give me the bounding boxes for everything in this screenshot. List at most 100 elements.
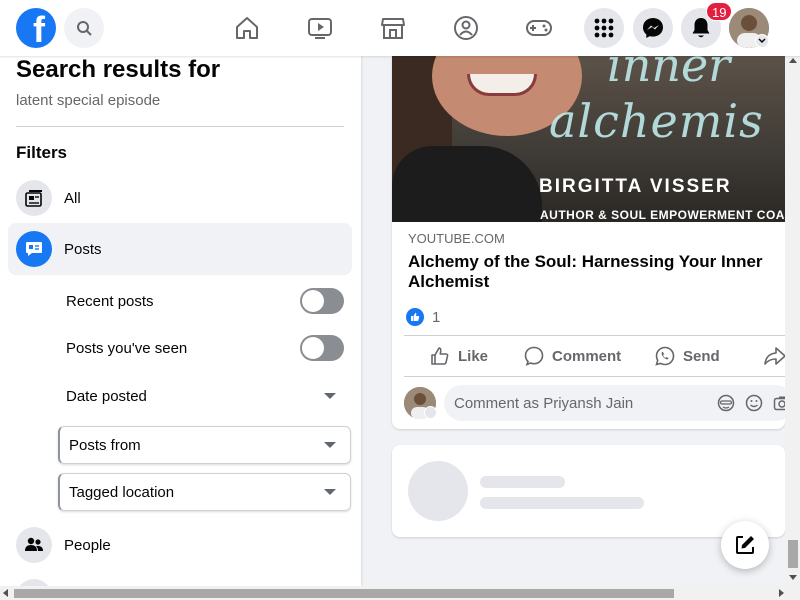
notification-badge: 19 (706, 2, 733, 21)
tagged-location-select[interactable]: Tagged location (58, 473, 351, 511)
send-button[interactable]: Send (655, 344, 720, 368)
posts-from-label: Posts from (69, 436, 141, 454)
feed-icon (25, 190, 42, 207)
send-label: Send (683, 347, 720, 365)
gaming-icon (526, 20, 552, 36)
avatar-sticker-icon[interactable] (717, 394, 735, 412)
nav-home[interactable] (232, 13, 262, 43)
facebook-logo[interactable]: f (16, 8, 56, 48)
nav-groups[interactable] (451, 13, 481, 43)
caret-down-icon (324, 393, 336, 399)
comment-button[interactable]: Comment (524, 344, 621, 368)
scroll-right-arrow[interactable] (779, 589, 784, 597)
new-message-button[interactable] (721, 521, 769, 569)
groups-icon (454, 16, 478, 40)
divider (404, 376, 785, 377)
tagged-location-label: Tagged location (69, 483, 175, 501)
caret-down-icon (324, 442, 336, 448)
next-filter-icon-partial (16, 579, 52, 586)
like-label: Like (458, 347, 489, 365)
scroll-down-arrow[interactable] (789, 575, 797, 580)
filter-people[interactable]: People (8, 519, 352, 571)
comment-placeholder: Comment as Priyansh Jain (454, 394, 634, 412)
like-button[interactable]: Like (430, 344, 488, 368)
thumbs-up-icon (431, 347, 449, 365)
nav-gaming[interactable] (524, 13, 554, 43)
camera-icon[interactable] (773, 394, 785, 412)
reaction-summary[interactable]: 1 (406, 308, 440, 326)
thumbnail-subtitle: AUTHOR & SOUL EMPOWERMENT COACH (540, 208, 785, 222)
date-posted-dropdown[interactable]: Date posted (66, 376, 346, 416)
vertical-scroll-thumb[interactable] (788, 540, 798, 568)
comment-tools (717, 394, 785, 412)
post-card: inner alchemis BIRGITTA VISSER AUTHOR & … (392, 56, 785, 429)
link-title[interactable]: Alchemy of the Soul: Harnessing Your Inn… (408, 252, 778, 292)
logo-letter: f (33, 9, 45, 48)
people-icon (25, 537, 43, 551)
loading-card (392, 445, 785, 537)
like-count: 1 (432, 308, 441, 326)
loading-avatar-placeholder (408, 461, 468, 521)
share-button[interactable] (764, 344, 785, 368)
filter-all-label: All (64, 189, 81, 207)
thumbnail-word-inner: inner (607, 56, 731, 92)
posts-seen-option: Posts you've seen (66, 328, 346, 368)
chevron-down-icon (758, 38, 766, 44)
like-reaction-icon (406, 308, 424, 326)
share-icon (764, 347, 785, 365)
filters-heading: Filters (16, 143, 68, 162)
nav-video[interactable] (305, 13, 335, 43)
filter-people-label: People (64, 536, 111, 554)
thumbnail-jacket (392, 146, 542, 222)
bell-icon (692, 18, 710, 38)
top-navigation-bar: f 19 (0, 0, 800, 56)
whatsapp-icon (655, 346, 675, 366)
recent-posts-option: Recent posts (66, 281, 346, 321)
search-button[interactable] (64, 8, 104, 48)
emoji-icon[interactable] (745, 394, 763, 412)
page-title: Search results for (16, 56, 221, 83)
nav-marketplace[interactable] (378, 13, 408, 43)
search-icon (77, 21, 92, 36)
posts-icon (26, 242, 42, 256)
filter-all-icon-wrap (16, 180, 52, 216)
search-filters-panel: Search results for latent special episod… (0, 56, 361, 586)
recent-posts-label: Recent posts (66, 292, 154, 310)
search-query: latent special episode (16, 92, 161, 109)
home-icon (236, 17, 258, 39)
posts-seen-label: Posts you've seen (66, 339, 188, 357)
thumbnail-smile (467, 74, 537, 96)
link-domain: YOUTUBE.COM (408, 231, 505, 246)
filter-posts-icon-wrap (16, 231, 52, 267)
messenger-icon (643, 18, 663, 38)
compose-icon (736, 536, 754, 554)
filter-posts-label: Posts (64, 240, 102, 258)
date-posted-label: Date posted (66, 387, 147, 405)
posts-seen-toggle[interactable] (300, 335, 344, 361)
loading-line (480, 497, 644, 509)
thumbs-up-icon (411, 312, 420, 321)
scroll-up-arrow[interactable] (789, 58, 797, 63)
filter-all[interactable]: All (8, 172, 352, 224)
video-icon (308, 18, 332, 39)
scroll-left-arrow[interactable] (3, 589, 8, 597)
account-caret[interactable] (755, 34, 769, 48)
chevron-down-icon[interactable] (424, 406, 437, 419)
divider (16, 126, 344, 127)
menu-button[interactable] (584, 8, 624, 48)
filter-posts[interactable]: Posts (8, 223, 352, 275)
link-thumbnail[interactable]: inner alchemis BIRGITTA VISSER AUTHOR & … (392, 56, 785, 222)
divider (404, 335, 785, 336)
thumbnail-word-alchemist: alchemis (549, 94, 764, 148)
loading-line (480, 476, 565, 488)
horizontal-scroll-thumb[interactable] (14, 589, 674, 598)
posts-from-select[interactable]: Posts from (58, 426, 351, 464)
filter-people-icon-wrap (16, 527, 52, 563)
vertical-scrollbar[interactable] (785, 56, 800, 586)
comment-label: Comment (552, 347, 622, 365)
thumbnail-name: BIRGITTA VISSER (539, 176, 732, 197)
caret-down-icon (324, 489, 336, 495)
recent-posts-toggle[interactable] (300, 288, 344, 314)
messenger-button[interactable] (633, 8, 673, 48)
marketplace-icon (381, 18, 405, 39)
